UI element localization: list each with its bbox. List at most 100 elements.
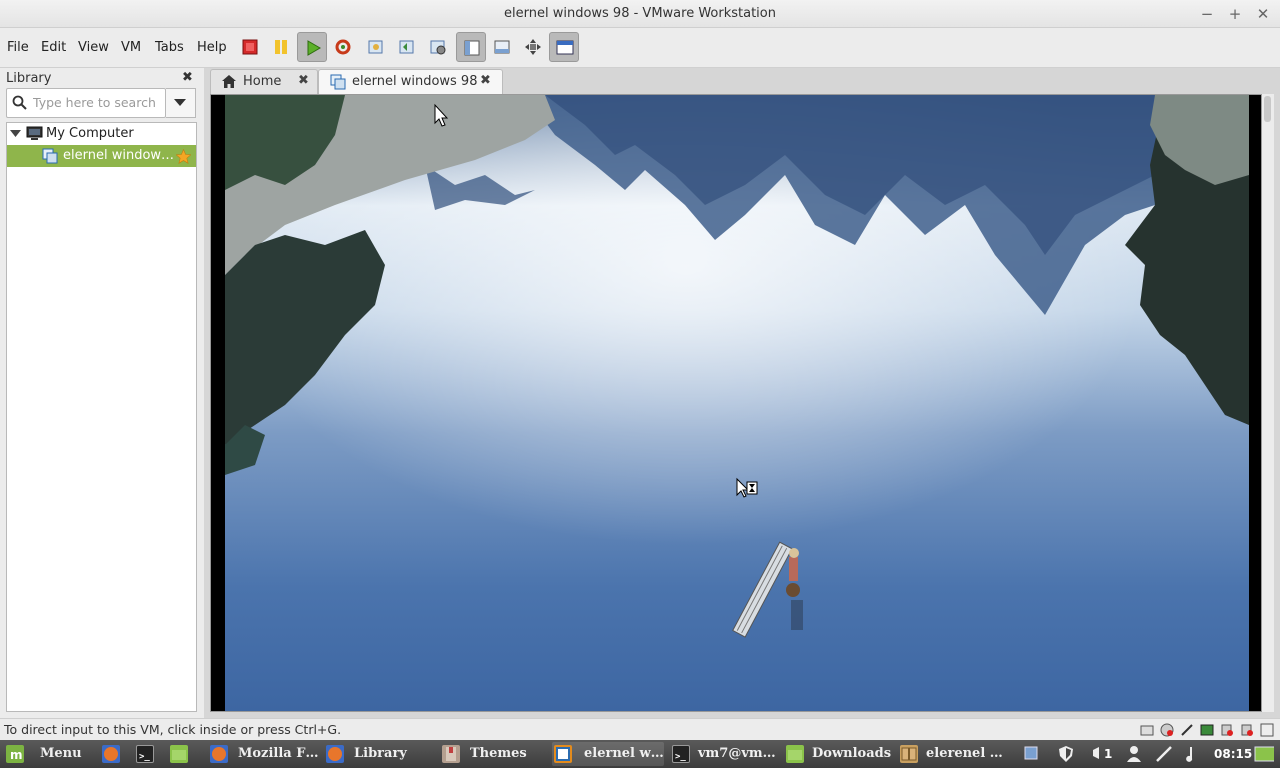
play-icon — [307, 40, 321, 56]
folder-icon — [786, 745, 804, 763]
vm-tray-icon[interactable] — [1022, 744, 1042, 764]
terminal-icon: >_ — [136, 745, 154, 763]
reset-icon — [335, 39, 351, 55]
show-desktop-icon[interactable] — [1254, 744, 1274, 764]
firefox-icon — [210, 745, 228, 763]
shield-icon[interactable] — [1056, 744, 1076, 764]
search-options-dropdown[interactable] — [166, 88, 196, 118]
power-off-button[interactable] — [235, 32, 265, 62]
task-label: Themes — [470, 746, 527, 761]
tab-vm-close-button[interactable]: ✖ — [480, 73, 491, 88]
library-search-input[interactable] — [33, 95, 161, 110]
clock[interactable]: 08:15 — [1214, 747, 1252, 761]
launcher-firefox[interactable] — [100, 742, 126, 766]
search-icon — [12, 95, 27, 110]
status-bar: To direct input to this VM, click inside… — [0, 718, 1280, 740]
start-menu-button[interactable]: m Menu — [4, 742, 90, 766]
home-icon — [222, 75, 236, 88]
menu-vm[interactable]: VM — [121, 40, 141, 55]
snapshot-button[interactable] — [361, 32, 391, 62]
tab-home-close-button[interactable]: ✖ — [298, 73, 309, 88]
reset-button[interactable] — [328, 32, 358, 62]
launcher-terminal[interactable]: >_ — [134, 742, 160, 766]
show-library-button[interactable] — [456, 32, 486, 62]
tree-label-my-computer: My Computer — [46, 126, 134, 141]
scrollbar-thumb[interactable] — [1264, 96, 1271, 122]
menu-toolbar: File Edit View VM Tabs Help — [0, 28, 1280, 68]
thumbnail-bar-icon — [494, 40, 510, 54]
tree-item-vm[interactable]: elernel window… — [7, 145, 196, 167]
menu-file[interactable]: File — [7, 40, 29, 55]
status-message: To direct input to this VM, click inside… — [4, 722, 342, 737]
tab-bar: Home ✖ elernel windows 98 ✖ — [204, 68, 1280, 94]
vm-vertical-scrollbar[interactable] — [1262, 94, 1274, 712]
revert-snapshot-button[interactable] — [392, 32, 422, 62]
suspend-button[interactable] — [266, 32, 296, 62]
tab-vm-label: elernel windows 98 — [352, 74, 478, 89]
menu-tabs[interactable]: Tabs — [155, 40, 184, 55]
themes-icon — [442, 745, 460, 763]
menu-view[interactable]: View — [78, 40, 109, 55]
taskbar: m Menu >_ Mozilla F… Library Themes eler… — [0, 740, 1280, 768]
svg-text:m: m — [10, 748, 23, 762]
full-screen-button[interactable] — [518, 32, 548, 62]
library-panel: Library ✖ My Computer elernel window… — [0, 68, 204, 718]
library-search-box — [6, 88, 166, 118]
floppy-icon[interactable] — [1180, 723, 1194, 737]
snapshot-manager-icon — [430, 40, 446, 55]
library-tree: My Computer elernel window… — [6, 122, 197, 712]
favorite-star-icon[interactable] — [176, 149, 191, 164]
window-title: elernel windows 98 - VMware Workstation — [504, 6, 776, 21]
network-icon[interactable] — [1154, 744, 1174, 764]
vm-icon — [42, 148, 58, 164]
task-mozilla-firefox[interactable]: Mozilla F… — [208, 742, 318, 766]
chevron-down-icon — [174, 99, 186, 106]
task-downloads[interactable]: Downloads — [784, 742, 894, 766]
title-bar: elernel windows 98 - VMware Workstation … — [0, 0, 1280, 28]
full-screen-icon — [525, 39, 541, 55]
usb-icon[interactable] — [1220, 723, 1234, 737]
minimize-button[interactable]: − — [1196, 4, 1218, 24]
power-on-button[interactable] — [297, 32, 327, 62]
folder-icon — [170, 745, 188, 763]
volume-icon[interactable] — [1184, 744, 1204, 764]
menu-edit[interactable]: Edit — [41, 40, 66, 55]
vm-display[interactable] — [210, 94, 1262, 712]
tab-vm[interactable]: elernel windows 98 ✖ — [318, 69, 503, 94]
library-title: Library — [6, 71, 52, 86]
unity-button[interactable] — [549, 32, 579, 62]
user-icon[interactable] — [1124, 744, 1144, 764]
cd-rom-icon[interactable] — [1160, 723, 1174, 737]
task-vmware[interactable]: elernel w… — [552, 742, 664, 766]
terminal-icon: >_ — [672, 745, 690, 763]
snapshot-manager-button[interactable] — [423, 32, 453, 62]
task-terminal[interactable]: >_ vm7@vm… — [670, 742, 780, 766]
task-library[interactable]: Library — [324, 742, 434, 766]
maximize-button[interactable]: + — [1224, 4, 1246, 24]
task-label: elerenel … — [926, 746, 1003, 761]
library-close-button[interactable]: ✖ — [182, 70, 193, 85]
menu-help[interactable]: Help — [197, 40, 227, 55]
network-adapter-icon[interactable] — [1200, 723, 1214, 737]
sound-card-icon[interactable] — [1240, 723, 1254, 737]
launcher-files[interactable] — [168, 742, 194, 766]
svg-text:>_: >_ — [139, 752, 150, 762]
computer-icon — [26, 126, 43, 140]
hard-disk-icon[interactable] — [1140, 723, 1154, 737]
firefox-icon — [102, 745, 120, 763]
close-window-button[interactable]: ✕ — [1252, 4, 1274, 24]
task-label: Library — [354, 746, 407, 761]
messages-icon[interactable] — [1260, 723, 1274, 737]
task-archive[interactable]: elerenel … — [898, 742, 1008, 766]
library-view-icon — [464, 40, 480, 56]
guest-desktop-wallpaper[interactable] — [225, 95, 1249, 711]
svg-text:>_: >_ — [675, 752, 686, 762]
thumbnail-bar-button[interactable] — [487, 32, 517, 62]
task-label: elernel w… — [584, 746, 664, 761]
tree-item-my-computer[interactable]: My Computer — [7, 123, 196, 145]
task-themes[interactable]: Themes — [440, 742, 544, 766]
tab-home-label: Home — [243, 74, 282, 89]
tab-home[interactable]: Home ✖ — [210, 69, 318, 94]
expand-arrow-icon[interactable] — [10, 130, 21, 138]
task-label: Downloads — [812, 746, 892, 761]
